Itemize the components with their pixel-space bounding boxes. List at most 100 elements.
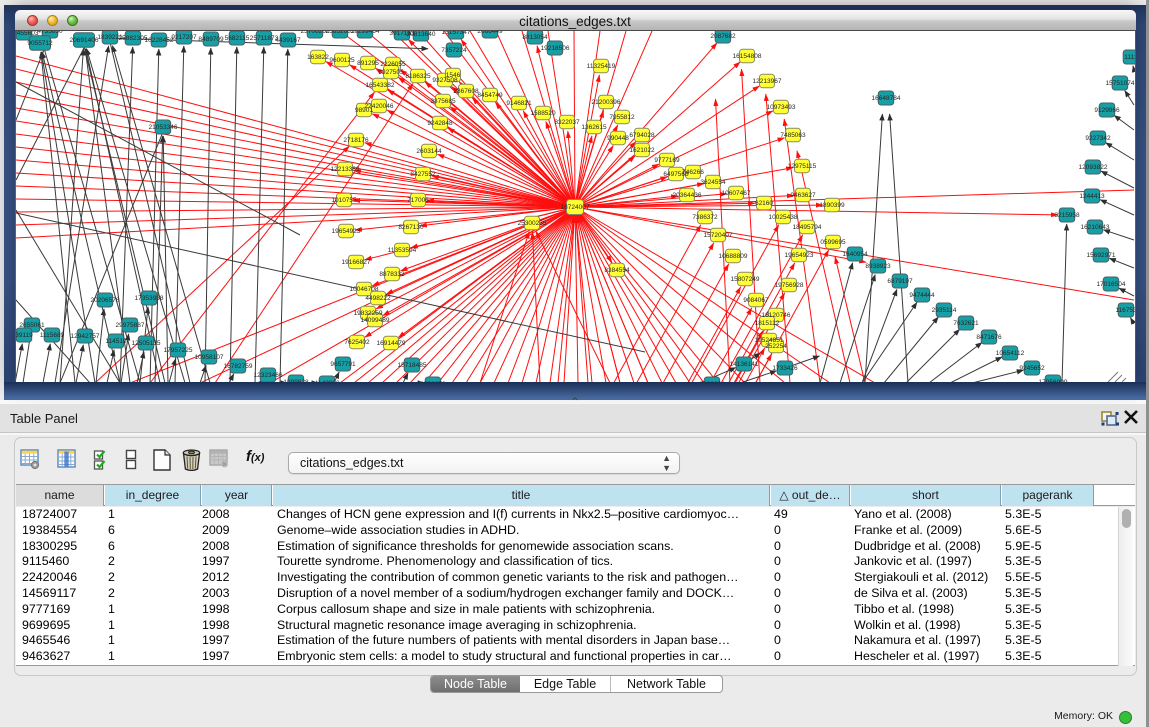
svg-text:8489709: 8489709 bbox=[198, 36, 224, 43]
svg-text:4498222: 4498222 bbox=[365, 295, 391, 302]
svg-text:4439167: 4439167 bbox=[275, 37, 301, 44]
svg-text:8186325: 8186325 bbox=[405, 73, 431, 80]
svg-text:9600125: 9600125 bbox=[329, 57, 355, 64]
svg-text:8267130: 8267130 bbox=[398, 224, 424, 231]
svg-text:2087682: 2087682 bbox=[710, 33, 736, 40]
svg-text:19832259: 19832259 bbox=[354, 310, 383, 317]
svg-text:15720407: 15720407 bbox=[704, 232, 733, 239]
svg-text:9217207: 9217207 bbox=[171, 34, 197, 41]
svg-text:12505135: 12505135 bbox=[132, 340, 161, 347]
svg-text:9146821: 9146821 bbox=[506, 100, 532, 107]
svg-text:17016504: 17016504 bbox=[1097, 281, 1126, 288]
svg-text:16914479: 16914479 bbox=[377, 340, 406, 347]
svg-text:6794028: 6794028 bbox=[629, 132, 655, 139]
svg-text:9463627: 9463627 bbox=[790, 192, 816, 199]
svg-text:15718485: 15718485 bbox=[398, 362, 427, 369]
svg-text:20364436: 20364436 bbox=[673, 192, 702, 199]
svg-text:10025438: 10025438 bbox=[769, 214, 798, 221]
svg-text:10607467: 10607467 bbox=[722, 190, 751, 197]
svg-text:114519: 114519 bbox=[105, 338, 127, 345]
svg-text:1546: 1546 bbox=[446, 72, 461, 79]
svg-text:9927505: 9927505 bbox=[378, 69, 404, 76]
svg-text:1890399: 1890399 bbox=[819, 202, 845, 209]
svg-text:7955812: 7955812 bbox=[609, 114, 635, 121]
svg-text:17957225: 17957225 bbox=[164, 347, 193, 354]
svg-text:1640954: 1640954 bbox=[842, 251, 868, 258]
svg-text:10958107: 10958107 bbox=[195, 354, 224, 361]
svg-text:1244413: 1244413 bbox=[1079, 193, 1105, 200]
svg-text:19166827: 19166827 bbox=[342, 259, 371, 266]
svg-text:7357224: 7357224 bbox=[441, 47, 467, 54]
svg-text:8878332: 8878332 bbox=[379, 271, 405, 278]
svg-text:29975887: 29975887 bbox=[116, 322, 145, 329]
svg-text:8471676: 8471676 bbox=[976, 334, 1002, 341]
svg-text:7386372: 7386372 bbox=[692, 214, 718, 221]
svg-text:1588520: 1588520 bbox=[530, 110, 556, 117]
svg-text:9242848: 9242848 bbox=[427, 120, 453, 127]
svg-text:25711873: 25711873 bbox=[250, 35, 279, 42]
svg-text:12213389: 12213389 bbox=[331, 166, 360, 173]
svg-text:16120746: 16120746 bbox=[762, 312, 791, 319]
svg-text:10973493: 10973493 bbox=[767, 104, 796, 111]
svg-text:39119: 39119 bbox=[16, 332, 33, 339]
svg-text:15692971: 15692971 bbox=[1087, 252, 1116, 259]
svg-text:7485063: 7485063 bbox=[780, 132, 806, 139]
svg-text:163822: 163822 bbox=[307, 54, 329, 61]
svg-text:11353594: 11353594 bbox=[388, 247, 417, 254]
svg-text:1815112: 1815112 bbox=[755, 320, 780, 327]
svg-text:16648784: 16648784 bbox=[872, 95, 901, 102]
svg-text:16154808: 16154808 bbox=[733, 53, 762, 60]
svg-text:9129966: 9129966 bbox=[1094, 107, 1120, 114]
svg-text:4735650: 4735650 bbox=[37, 31, 63, 35]
svg-text:8454749: 8454749 bbox=[477, 92, 503, 99]
svg-text:98901: 98901 bbox=[355, 107, 373, 114]
svg-text:116753: 116753 bbox=[1115, 307, 1135, 314]
svg-text:11325419: 11325419 bbox=[587, 63, 616, 70]
svg-text:10654112: 10654112 bbox=[996, 350, 1025, 357]
svg-text:2867608: 2867608 bbox=[453, 88, 479, 95]
svg-text:2603144: 2603144 bbox=[416, 148, 442, 155]
svg-text:2226055: 2226055 bbox=[380, 61, 406, 68]
svg-text:7625402: 7625402 bbox=[344, 339, 370, 346]
svg-text:2066449: 2066449 bbox=[477, 31, 503, 35]
svg-text:990448: 990448 bbox=[607, 135, 629, 142]
svg-text:12942757: 12942757 bbox=[71, 333, 100, 340]
svg-text:252254: 252254 bbox=[765, 343, 787, 350]
svg-text:717006: 717006 bbox=[407, 197, 429, 204]
svg-text:9657791: 9657791 bbox=[330, 361, 356, 368]
svg-text:19654923: 19654923 bbox=[332, 228, 361, 235]
svg-text:18495794: 18495794 bbox=[793, 224, 822, 231]
svg-text:19299464: 19299464 bbox=[351, 31, 380, 35]
svg-text:6497568: 6497568 bbox=[663, 171, 689, 178]
svg-text:2935114: 2935114 bbox=[932, 307, 957, 314]
svg-text:9474444: 9474444 bbox=[909, 292, 935, 299]
svg-text:1115689: 1115689 bbox=[40, 332, 65, 339]
svg-text:10046708: 10046708 bbox=[350, 286, 379, 293]
svg-text:15807249: 15807249 bbox=[731, 276, 760, 283]
svg-text:9777169: 9777169 bbox=[654, 157, 680, 164]
svg-text:20813640: 20813640 bbox=[407, 31, 436, 38]
svg-text:20206578: 20206578 bbox=[91, 297, 120, 304]
svg-text:12213967: 12213967 bbox=[753, 78, 782, 85]
svg-text:0599695: 0599695 bbox=[820, 239, 846, 246]
svg-text:62160: 62160 bbox=[755, 200, 773, 207]
svg-text:20691406: 20691406 bbox=[70, 37, 99, 44]
svg-text:21200396: 21200396 bbox=[592, 99, 621, 106]
svg-text:16782759: 16782759 bbox=[224, 363, 253, 370]
svg-text:1112: 1112 bbox=[1124, 54, 1135, 61]
svg-text:10228452: 10228452 bbox=[145, 37, 174, 44]
svg-text:14136141: 14136141 bbox=[730, 361, 759, 368]
svg-text:9245652: 9245652 bbox=[1019, 365, 1045, 372]
svg-text:3215958: 3215958 bbox=[1054, 212, 1080, 219]
svg-text:15157347: 15157347 bbox=[442, 31, 471, 36]
svg-text:8938923: 8938923 bbox=[865, 263, 891, 270]
svg-text:14099489: 14099489 bbox=[361, 317, 390, 324]
svg-text:1733426: 1733426 bbox=[772, 365, 798, 372]
svg-text:12093822: 12093822 bbox=[1079, 164, 1108, 171]
svg-text:25882305: 25882305 bbox=[119, 35, 148, 42]
svg-text:6879197: 6879197 bbox=[887, 278, 913, 285]
svg-text:1362615: 1362615 bbox=[581, 124, 607, 131]
svg-text:12975115: 12975115 bbox=[788, 163, 817, 170]
svg-text:25300235: 25300235 bbox=[518, 220, 547, 227]
svg-text:16543382: 16543382 bbox=[366, 82, 395, 89]
